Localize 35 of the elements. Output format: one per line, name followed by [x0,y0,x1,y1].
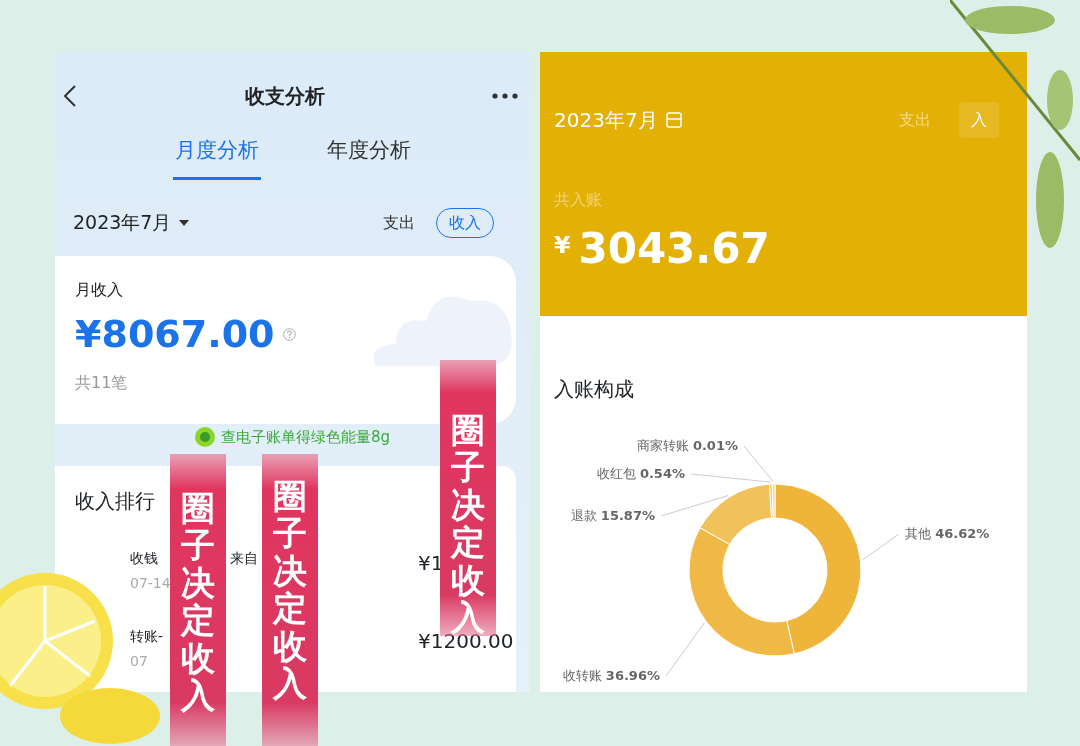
slice-label: 商家转账 0.01% [636,438,738,453]
transaction-date: 07-14 [130,574,171,593]
leader-line [665,622,705,677]
back-icon[interactable] [63,83,77,108]
analysis-tab[interactable]: 年度分析 [324,131,413,180]
currency-sign: ¥ [554,230,571,261]
analysis-tab[interactable]: 月度分析 [172,131,261,180]
caret-icon[interactable] [179,219,190,226]
transaction-title: 来自 [230,549,258,568]
more-icon[interactable] [492,92,518,99]
banner-text: 圈子决定收入 [181,490,215,717]
energy-badge-icon [194,426,215,447]
energy-tip[interactable]: 查电子账单得绿色能量8g [220,425,391,448]
leader-line [660,495,729,517]
section-title: 入账构成 [553,376,635,403]
transaction-date: 07 [130,652,148,671]
page-title: 收支分析 [244,82,325,110]
ranking-title: 收入排行 [75,488,155,515]
type-toggle[interactable]: 支出 [370,207,428,238]
banner-text: 圈子决定收入 [273,478,307,705]
slice-label: 收转账 36.96% [562,668,660,683]
transaction-amount: ¥1 [418,550,444,577]
month-label: 2023年7月 [73,210,172,236]
summary-label: 月收入 [75,278,124,301]
leader-line [861,533,900,561]
slice-label: 收红包 0.54% [596,466,685,481]
transaction-title: 收钱 [130,549,158,568]
transaction-title: 转账- [130,627,164,646]
slice-label: 其他 46.62% [905,526,990,541]
month-label: 2023年7月 [554,107,658,134]
total-amount: 3043.67 [578,228,770,270]
slice-label: 退款 15.87% [570,508,655,523]
income-amount: ¥8067.00 [75,310,275,358]
total-label: 共入账 [554,189,603,211]
transaction-count: 共11笔 [75,371,129,394]
